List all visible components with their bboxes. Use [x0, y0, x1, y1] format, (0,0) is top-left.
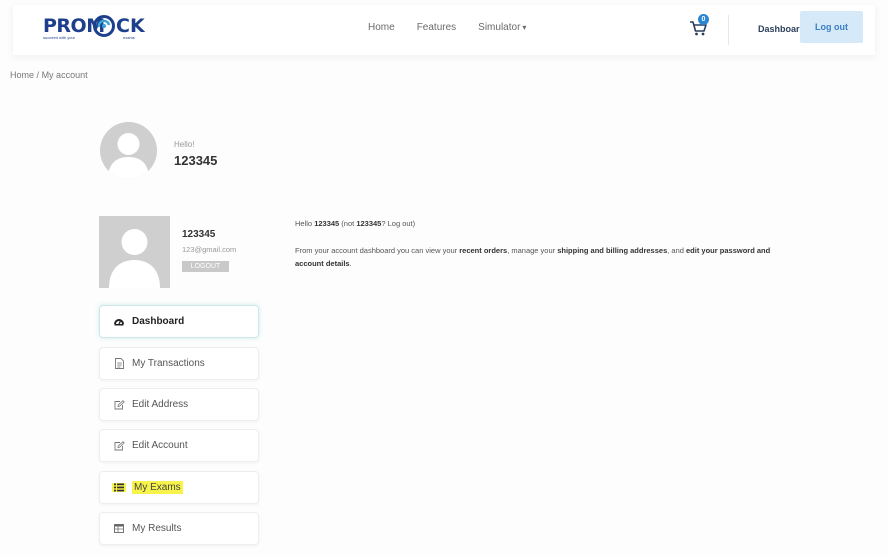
dashboard-description: From your account dashboard you can view… [295, 246, 771, 268]
user-placeholder-icon [108, 133, 149, 179]
profile-avatar [99, 216, 170, 288]
menu-my-exams[interactable]: My Exams [99, 471, 259, 504]
content-username-2: 123345 [356, 219, 382, 228]
menu-my-results[interactable]: My Results [99, 512, 259, 545]
logo-text-right: CK [116, 15, 145, 37]
logo-tagline-left: succeed with your [43, 35, 76, 40]
dashboard-content: Hello 123345 (not 123345? Log out) From … [295, 217, 795, 270]
breadcrumb-current: My account [41, 70, 88, 80]
chevron-down-icon: ▾ [522, 23, 527, 32]
menu-my-transactions[interactable]: My Transactions [99, 347, 259, 380]
user-placeholder-icon [109, 229, 160, 288]
menu-dashboard[interactable]: Dashboard [99, 305, 259, 338]
logout-button[interactable]: Log out [800, 11, 863, 43]
table-icon [112, 524, 126, 533]
edit-icon [112, 440, 126, 451]
menu-edit-account[interactable]: Edit Account [99, 429, 259, 462]
greeting-label: Hello! [174, 140, 195, 149]
content-username: 123345 [314, 219, 340, 228]
cart-count-badge: 0 [698, 14, 709, 25]
profile-logout-button[interactable]: LOGOUT [182, 261, 229, 272]
menu-edit-address[interactable]: Edit Address [99, 388, 259, 421]
recent-orders-link[interactable]: recent orders [459, 246, 507, 255]
main-nav: Home Features Simulator ▾ [368, 22, 548, 33]
menu-label: Edit Account [132, 440, 188, 451]
avatar [100, 122, 157, 179]
logo-o-icon [93, 15, 115, 37]
header-divider [728, 15, 729, 45]
menu-label: My Results [132, 523, 182, 534]
profile-email: 123@gmail.com [182, 245, 237, 254]
menu-label: Dashboard [132, 316, 185, 327]
greeting-line: Hello 123345 (not 123345? Log out) [295, 219, 416, 228]
cart-button[interactable]: 0 [689, 14, 711, 39]
dashboard-link[interactable]: Dashboard [758, 24, 805, 34]
menu-label: My Transactions [132, 358, 205, 369]
document-icon [112, 358, 126, 369]
logo-tagline-right: exams [123, 35, 135, 40]
profile-username: 123345 [182, 229, 216, 240]
nav-home[interactable]: Home [368, 22, 395, 33]
site-header: PROM CK succeed with your exams Home Fea… [13, 5, 875, 55]
edit-icon [112, 399, 126, 410]
nav-simulator-label: Simulator [478, 22, 521, 33]
nav-simulator[interactable]: Simulator ▾ [478, 22, 526, 33]
breadcrumb-home[interactable]: Home [10, 70, 34, 80]
dashboard-icon [112, 317, 126, 326]
addresses-link[interactable]: shipping and billing addresses [557, 246, 667, 255]
logo[interactable]: PROM CK succeed with your exams [43, 14, 153, 44]
content-logout-link[interactable]: Log out [388, 219, 413, 228]
greeting-username: 123345 [174, 153, 218, 168]
menu-label: My Exams [132, 481, 183, 494]
list-icon [112, 483, 126, 492]
menu-label: Edit Address [132, 399, 189, 410]
nav-features[interactable]: Features [417, 22, 456, 33]
breadcrumb: Home / My account [10, 70, 88, 80]
